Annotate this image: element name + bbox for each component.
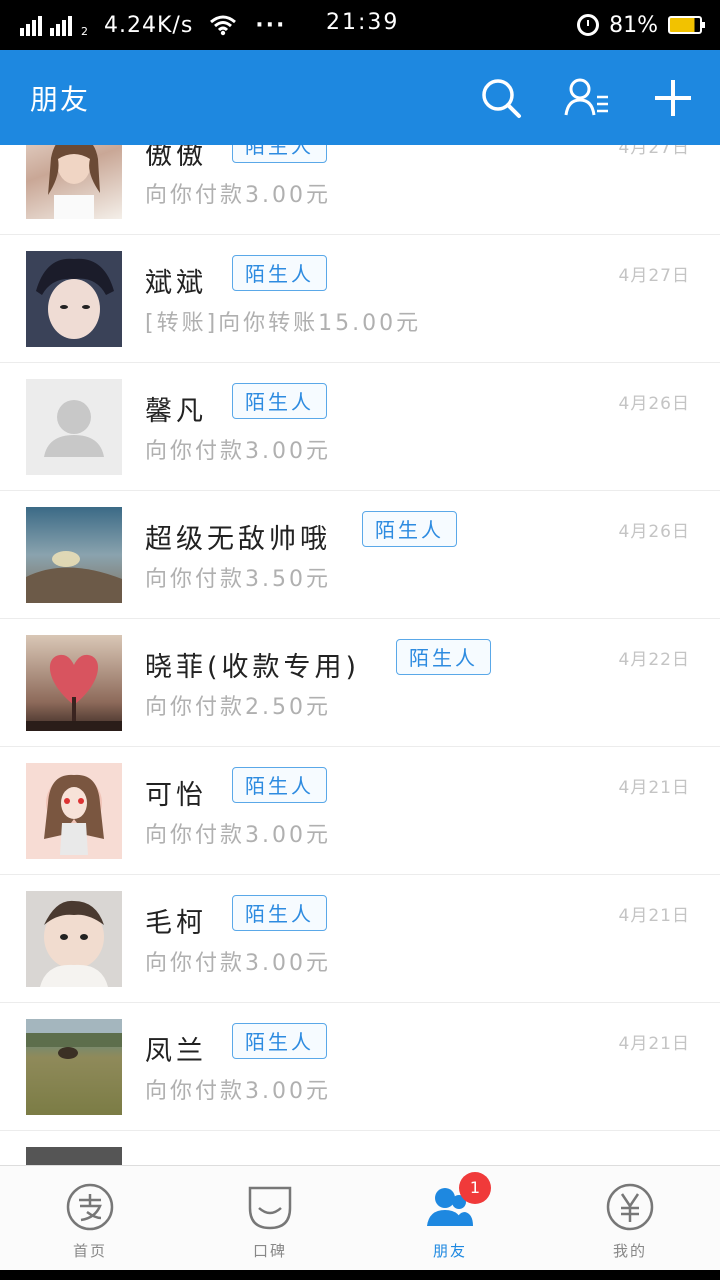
avatar (26, 635, 122, 731)
contacts-icon (564, 78, 608, 115)
contact-row[interactable] (0, 1131, 720, 1165)
contacts-button[interactable] (564, 75, 610, 121)
app-header: 朋友 (0, 50, 720, 145)
contact-subtitle: 向你付款3.00元 (145, 439, 331, 464)
koubei-icon (248, 1186, 292, 1230)
stranger-tag: 陌生人 (396, 639, 491, 675)
net-speed: 4.24K/s (104, 12, 194, 38)
tab-bar: 首页 口碑 1 朋友 我的 (0, 1165, 720, 1270)
search-icon (482, 78, 521, 118)
tab-home[interactable]: 首页 (0, 1166, 180, 1270)
contact-list[interactable]: 傲傲 陌生人 向你付款3.00元 4月27日 斌斌 陌生人 [转账]向你转账15… (0, 145, 720, 1165)
contact-row[interactable]: 晓菲(收款专用) 陌生人 向你付款2.50元 4月22日 (0, 619, 720, 747)
contact-name: 晓菲(收款专用) (145, 652, 361, 683)
contact-row[interactable]: 凤兰 陌生人 向你付款3.00元 4月21日 (0, 1003, 720, 1131)
screen: 2 4.24K/s ··· 21:39 81% 朋友 傲傲 陌生人 向你付款3.… (0, 0, 720, 1280)
stranger-tag: 陌生人 (232, 255, 327, 291)
contact-subtitle: [转账]向你转账15.00元 (145, 311, 422, 336)
stranger-tag: 陌生人 (232, 1023, 327, 1059)
avatar (26, 763, 122, 859)
contact-date: 4月26日 (618, 394, 690, 414)
contact-date: 4月27日 (618, 266, 690, 286)
contact-name: 馨凡 (145, 396, 207, 427)
contact-subtitle: 向你付款3.00元 (145, 1079, 331, 1104)
sim-label: 2 (81, 24, 88, 38)
plus-icon (655, 79, 691, 116)
alipay-icon (66, 1183, 114, 1231)
tab-koubei[interactable]: 口碑 (180, 1166, 360, 1270)
battery-percent: 81% (609, 12, 658, 38)
contact-date: 4月21日 (618, 778, 690, 798)
alarm-icon (577, 14, 600, 36)
tab-label: 我的 (612, 1242, 647, 1260)
tab-friends[interactable]: 1 朋友 (360, 1166, 540, 1270)
stranger-tag: 陌生人 (232, 383, 327, 419)
contact-date: 4月22日 (618, 650, 690, 670)
contact-subtitle: 向你付款3.00元 (145, 951, 331, 976)
tab-label: 朋友 (432, 1242, 467, 1260)
contact-row[interactable]: 斌斌 陌生人 [转账]向你转账15.00元 4月27日 (0, 235, 720, 363)
status-bar: 2 4.24K/s ··· 21:39 81% (0, 0, 720, 50)
wallet-icon (606, 1183, 654, 1231)
add-button[interactable] (650, 75, 696, 121)
avatar (26, 1147, 122, 1165)
contact-name: 傲傲 (145, 145, 207, 171)
contact-row[interactable]: 馨凡 陌生人 向你付款3.00元 4月26日 (0, 363, 720, 491)
stranger-tag: 陌生人 (232, 145, 327, 163)
stranger-tag: 陌生人 (232, 895, 327, 931)
tab-label: 首页 (72, 1242, 107, 1260)
clock: 21:39 (326, 10, 400, 35)
more-dots: ··· (255, 12, 287, 38)
notification-badge: 1 (459, 1172, 491, 1204)
tab-mine[interactable]: 我的 (540, 1166, 720, 1270)
tab-label: 口碑 (252, 1242, 287, 1260)
contact-subtitle: 向你付款3.00元 (145, 823, 331, 848)
contact-name: 凤兰 (145, 1036, 207, 1067)
stranger-tag: 陌生人 (362, 511, 457, 547)
contact-date: 4月26日 (618, 522, 690, 542)
contact-row[interactable]: 超级无敌帅哦 陌生人 向你付款3.50元 4月26日 (0, 491, 720, 619)
contact-date: 4月21日 (618, 906, 690, 926)
contact-row[interactable]: 可怡 陌生人 向你付款3.00元 4月21日 (0, 747, 720, 875)
contact-subtitle: 向你付款2.50元 (145, 695, 331, 720)
battery-icon (668, 16, 705, 34)
avatar (26, 251, 122, 347)
avatar (26, 379, 122, 475)
contact-row[interactable]: 毛柯 陌生人 向你付款3.00元 4月21日 (0, 875, 720, 1003)
contact-row[interactable]: 傲傲 陌生人 向你付款3.00元 4月27日 (0, 145, 720, 235)
stranger-tag: 陌生人 (232, 767, 327, 803)
signal-icon (20, 14, 42, 36)
search-button[interactable] (478, 75, 524, 121)
contact-name: 毛柯 (145, 908, 207, 939)
avatar (26, 1019, 122, 1115)
contact-date: 4月21日 (618, 1034, 690, 1054)
contact-name: 超级无敌帅哦 (145, 524, 331, 555)
bottom-edge (0, 1270, 720, 1280)
contact-name: 斌斌 (145, 268, 207, 299)
avatar (26, 507, 122, 603)
contact-subtitle: 向你付款3.50元 (145, 567, 331, 592)
contact-subtitle: 向你付款3.00元 (145, 183, 331, 208)
page-title: 朋友 (30, 82, 91, 116)
avatar (26, 891, 122, 987)
avatar (26, 145, 122, 219)
contact-date: 4月27日 (618, 145, 690, 158)
default-avatar-icon (44, 400, 104, 457)
signal-2-icon (50, 14, 72, 36)
contact-name: 可怡 (145, 780, 207, 811)
wifi-icon (210, 15, 237, 36)
